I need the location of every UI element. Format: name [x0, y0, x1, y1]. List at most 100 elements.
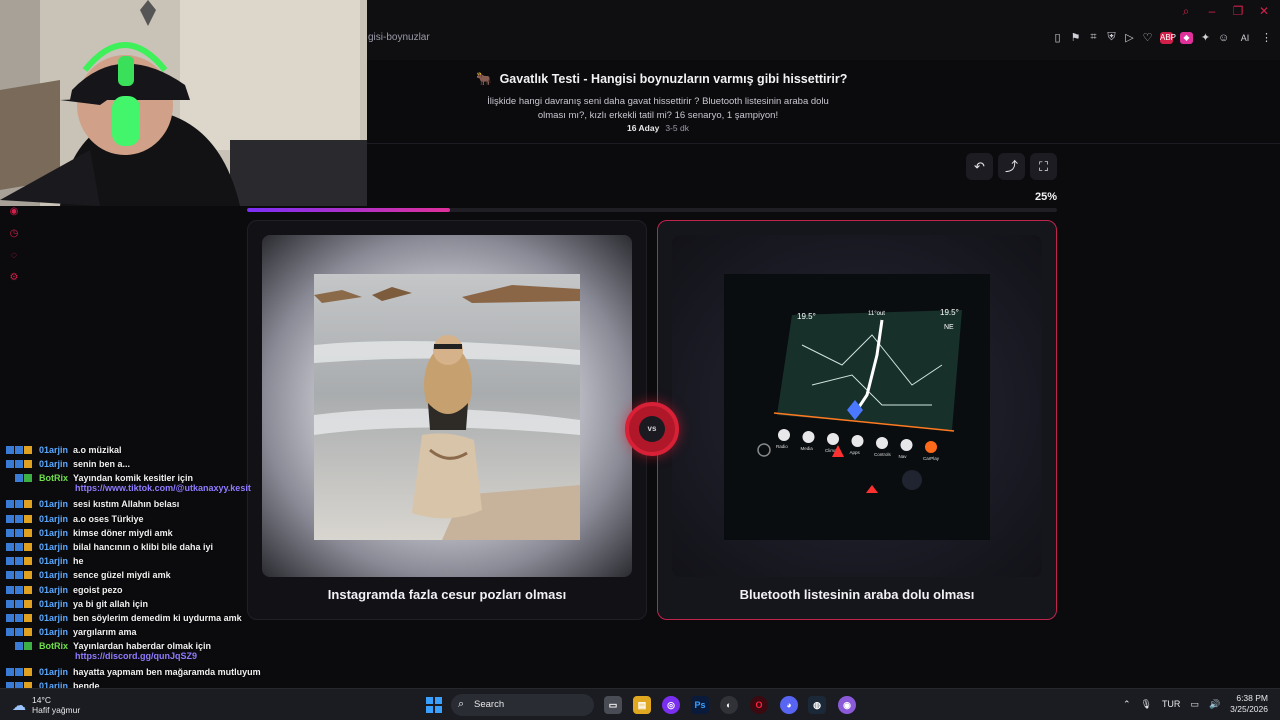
chat-username[interactable]: 01arjin — [39, 459, 68, 469]
clock-icon[interactable]: ◷ — [8, 228, 20, 240]
app-circle-icon[interactable]: ◎ — [662, 696, 680, 714]
file-explorer-icon[interactable]: ▤ — [633, 696, 651, 714]
choice-image-right[interactable]: 19.5° 11°out 19.5° NE Radio Media Climate A… — [672, 235, 1042, 577]
clock-time: 6:38 PM — [1236, 693, 1268, 703]
app-icon[interactable]: ◉ — [838, 696, 856, 714]
chevron-up-icon[interactable]: ⌃ — [1123, 699, 1131, 710]
chat-message: 01arjin ya bi git allah için — [6, 599, 376, 613]
car-button-icon — [851, 435, 864, 447]
user-badge-icon — [15, 571, 23, 580]
microphone-icon[interactable]: 🎙 — [1141, 699, 1152, 710]
close-icon[interactable]: ✕ — [1258, 4, 1270, 19]
user-badge-icon — [15, 585, 23, 594]
chat-username[interactable]: 01arjin — [39, 445, 68, 455]
share-button[interactable]: ⤴ — [998, 153, 1025, 180]
user-badge-icon — [6, 514, 14, 523]
discord-icon[interactable]: ◕ — [780, 696, 798, 714]
chat-username[interactable]: 01arjin — [39, 542, 68, 552]
chat-username[interactable]: 01arjin — [39, 667, 68, 677]
task-view-icon[interactable]: ▭ — [604, 696, 622, 714]
menu-icon[interactable]: ⋮ — [1261, 31, 1272, 44]
chat-text: egoist pezo — [73, 584, 123, 595]
chat-message: 01arjin bilal hancının o klibi bile daha … — [6, 542, 376, 556]
webcam-overlay — [0, 0, 367, 206]
chat-badges — [6, 667, 39, 677]
adblock-extension-icon[interactable]: ABP — [1160, 31, 1176, 44]
profile-icon[interactable]: ☺ — [1218, 32, 1229, 44]
settings-icon[interactable]: ⚙ — [8, 272, 20, 284]
clock[interactable]: 6:38 PM 3/25/2026 — [1230, 693, 1268, 715]
ai-button[interactable]: AI — [1236, 33, 1254, 43]
chat-username[interactable]: 01arjin — [39, 599, 68, 609]
opera-gx-icon[interactable]: O — [750, 696, 768, 714]
chat-message: BotRix Yayından komik kesitler için https:… — [6, 473, 376, 499]
user-badge-icon — [15, 542, 23, 551]
fullscreen-button[interactable]: ⛶ — [1030, 153, 1057, 180]
back-button[interactable]: ↶ — [966, 153, 993, 180]
chat-message: 01arjin a.o oses Türkiye — [6, 514, 376, 528]
user-badge-icon — [6, 542, 14, 551]
weather-desc: Hafif yağmur — [32, 705, 81, 715]
restore-icon[interactable]: ❐ — [1232, 4, 1244, 19]
user-badge-icon — [15, 474, 23, 483]
car-dashboard-photo: 19.5° 11°out 19.5° NE Radio Media Climate A… — [724, 274, 990, 540]
chat-link[interactable]: https://www.tiktok.com/@utkanaxyy.kesit — [75, 483, 376, 493]
user-badge-icon — [6, 446, 14, 454]
chat-message: 01arjin he — [6, 556, 376, 570]
car-button-label: Media — [801, 446, 814, 451]
heart-icon[interactable]: ♡ — [1142, 31, 1153, 44]
bookmark-icon[interactable]: ⚑ — [1070, 31, 1081, 44]
minimize-icon[interactable]: – — [1206, 4, 1218, 19]
chat-username[interactable]: BotRix — [39, 473, 68, 483]
photoshop-icon[interactable]: Ps — [691, 696, 709, 714]
user-badge-icon — [24, 585, 32, 594]
chat-username[interactable]: 01arjin — [39, 585, 68, 595]
chat-username[interactable]: 01arjin — [39, 499, 68, 509]
chat-message: BotRix Yayınlardan haberdar olmak için htt… — [6, 641, 376, 667]
user-badge-icon — [6, 557, 14, 566]
chat-link[interactable]: https://discord.gg/qunJqSZ9 — [75, 651, 376, 661]
taskbar-search[interactable]: ⌕ Search — [451, 694, 594, 716]
chat-username[interactable]: 01arjin — [39, 613, 68, 623]
volume-icon[interactable]: 🔊 — [1209, 699, 1220, 710]
obs-icon[interactable]: ◐ — [720, 696, 738, 714]
user-badge-icon — [15, 528, 23, 537]
chat-username[interactable]: 01arjin — [39, 514, 68, 524]
puzzle-icon[interactable]: ✦ — [1200, 31, 1211, 44]
extension-icon[interactable]: ◆ — [1180, 31, 1193, 44]
user-badge-icon — [15, 642, 23, 651]
chat-icon[interactable]: ◌ — [8, 250, 20, 262]
user-badge-icon — [6, 668, 14, 677]
chat-message: 01arjin yargılarım ama — [6, 627, 376, 641]
rail-dot-icon[interactable]: ◉ — [8, 206, 20, 218]
car-temp-right: 19.5° — [940, 308, 959, 317]
chat-username[interactable]: 01arjin — [39, 627, 68, 637]
chat-username[interactable]: BotRix — [39, 641, 68, 651]
car-time: 11°out — [868, 311, 885, 317]
screenshot-icon[interactable]: ⌗ — [1088, 31, 1099, 44]
user-badge-icon — [15, 514, 23, 523]
play-icon[interactable]: ▷ — [1124, 31, 1135, 44]
url-fragment[interactable]: gisi-boynuzlar — [368, 32, 430, 43]
user-badge-icon — [6, 500, 14, 509]
language-indicator[interactable]: TUR — [1162, 699, 1181, 709]
chat-badges — [6, 542, 39, 552]
chat-username[interactable]: 01arjin — [39, 570, 68, 580]
shield-icon[interactable]: ⛨ — [1106, 31, 1117, 44]
sidebar-icon[interactable]: ▯ — [1052, 31, 1063, 44]
search-icon[interactable]: ⌕ — [1180, 4, 1192, 19]
choice-card-right[interactable]: 19.5° 11°out 19.5° NE Radio Media Climate A… — [657, 220, 1057, 620]
chat-username[interactable]: 01arjin — [39, 556, 68, 566]
network-icon[interactable]: ▭ — [1190, 699, 1199, 710]
weather-widget[interactable]: ☁ 14°C Hafif yağmur — [12, 695, 80, 715]
windows-start-icon[interactable] — [426, 697, 442, 713]
chat-text: a.o oses Türkiye — [73, 513, 144, 524]
chat-badges — [6, 556, 39, 566]
user-badge-icon — [15, 628, 23, 637]
steam-icon[interactable]: ◍ — [808, 696, 826, 714]
choice-caption-right[interactable]: Bluetooth listesinin araba dolu olması — [658, 587, 1056, 602]
webcam-feed — [0, 0, 367, 206]
user-badge-icon — [24, 571, 32, 580]
chat-username[interactable]: 01arjin — [39, 528, 68, 538]
user-badge-icon — [15, 500, 23, 509]
